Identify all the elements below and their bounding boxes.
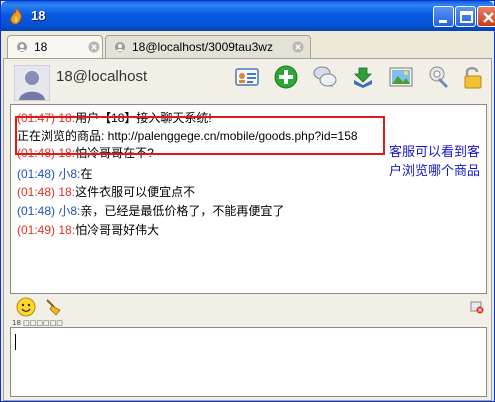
chat-window: 18 18 18@localhost/3009tau3wz 18@localho… — [0, 0, 495, 402]
message-time: (01:49) — [17, 223, 56, 237]
flame-app-icon — [10, 7, 22, 25]
avatar — [14, 65, 50, 101]
message-text: 这件衣服可以便宜点不 — [75, 185, 196, 199]
chat-message: (01:48) 小8:亲，已经是最低价格了，不能再便宜了 — [17, 202, 284, 219]
minimize-icon — [439, 20, 447, 23]
settings-wrench-icon[interactable] — [426, 65, 450, 89]
window-title: 18 — [31, 8, 46, 23]
minimize-button[interactable] — [433, 6, 454, 27]
message-input[interactable] — [10, 327, 487, 397]
message-sender: 小8: — [58, 204, 81, 218]
add-icon[interactable] — [274, 65, 298, 89]
chat-message: (01:48) 小8:在 — [17, 165, 92, 182]
message-text: 亲，已经是最低价格了，不能再便宜了 — [80, 204, 285, 218]
message-time: (01:48) — [17, 167, 56, 181]
tab-18[interactable]: 18 — [7, 35, 103, 59]
text-caret — [15, 334, 16, 350]
input-toolbar — [10, 297, 487, 319]
close-window-button[interactable] — [477, 6, 495, 27]
smiley-icon[interactable] — [16, 297, 36, 317]
maximize-icon — [460, 11, 473, 23]
message-text: 在 — [80, 167, 93, 181]
tab-close-icon[interactable] — [292, 41, 304, 53]
message-sender: 18: — [58, 185, 76, 199]
annotation-text: 客服可以看到客户浏览哪个商品 — [389, 145, 481, 179]
maximize-button[interactable] — [455, 6, 476, 27]
tab-label: 18 — [34, 40, 48, 54]
tab-18-localhost[interactable]: 18@localhost/3009tau3wz — [105, 35, 311, 58]
tab-person-icon — [115, 42, 125, 52]
message-sender: 小8: — [58, 167, 81, 181]
message-sender: 18: — [58, 223, 76, 237]
tab-person-icon — [17, 42, 27, 52]
download-icon[interactable] — [351, 65, 375, 89]
broom-icon[interactable] — [44, 298, 62, 316]
tab-strip: 18 18@localhost/3009tau3wz — [3, 32, 492, 59]
highlight-box — [15, 116, 385, 155]
title-bar[interactable]: 18 — [1, 1, 495, 31]
message-time: (01:48) — [17, 204, 56, 218]
chat-message: (01:49) 18:怕冷哥哥好伟大 — [17, 221, 159, 238]
chat-history[interactable]: (01:47) 18:用户【18】接入聊天系统! 正在浏览的商品: http:/… — [10, 104, 487, 294]
status-text: 18 □□□□□□ — [12, 319, 63, 327]
message-text: 怕冷哥哥好伟大 — [75, 223, 160, 237]
conversation-panel: 18@localhost (01:47) 18:用户【18】接入聊天系统! 正在… — [3, 58, 492, 401]
close-icon — [483, 12, 494, 23]
contact-name: 18@localhost — [56, 68, 148, 85]
lock-icon[interactable] — [461, 65, 485, 89]
tab-close-icon[interactable] — [88, 41, 100, 53]
chat-bubbles-icon[interactable] — [313, 65, 337, 89]
contact-card-icon[interactable] — [235, 65, 259, 89]
clear-history-icon[interactable] — [470, 300, 484, 314]
image-icon[interactable] — [389, 65, 413, 89]
tab-label: 18@localhost/3009tau3wz — [132, 40, 273, 54]
chat-message: (01:48) 18:这件衣服可以便宜点不 — [17, 183, 195, 200]
message-time: (01:48) — [17, 185, 56, 199]
